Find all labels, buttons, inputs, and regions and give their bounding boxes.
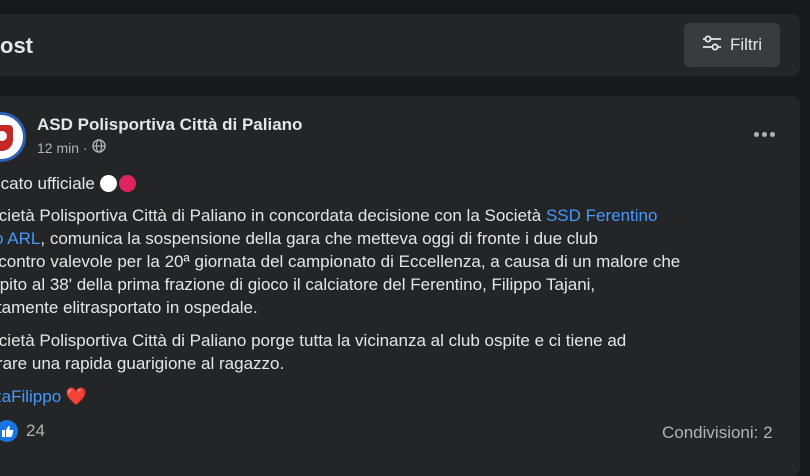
post-line: unicato ufficiale xyxy=(0,174,95,193)
post-line: l'incontro valevole per la 20ª giornata … xyxy=(0,252,681,271)
post-time[interactable]: 12 min xyxy=(37,140,79,156)
post-line: ontamente elitrasportato in ospedale. xyxy=(0,298,258,317)
post-line: , comunica la sospensione della gara che… xyxy=(40,229,598,248)
more-options-button[interactable] xyxy=(746,120,782,148)
thumbs-up-icon xyxy=(0,420,18,442)
globe-icon xyxy=(92,139,106,156)
filter-label: Filtri xyxy=(729,35,763,54)
post-line: Società Polisportiva Città di Paliano in… xyxy=(0,206,546,225)
post-paragraph: Società Polisportiva Città di Paliano in… xyxy=(0,204,798,319)
post-line: Società Polisportiva Città di Paliano po… xyxy=(0,331,627,350)
post-line: colpito al 38' della prima frazione di g… xyxy=(0,275,596,294)
post-meta: 12 min · xyxy=(37,139,106,156)
shares-count[interactable]: Condivisioni: 2 xyxy=(662,423,773,443)
reactions-summary[interactable]: 24 xyxy=(0,420,45,442)
filter-button[interactable]: Filtri xyxy=(684,23,780,67)
post-text: unicato ufficiale Società Polisportiva C… xyxy=(0,172,798,418)
post-paragraph: orzaFilippo ❤️ xyxy=(0,385,798,408)
reaction-count: 24 xyxy=(26,421,45,440)
post-paragraph: unicato ufficiale xyxy=(0,172,798,195)
sliders-icon xyxy=(702,35,722,56)
hashtag-link[interactable]: orzaFilippo xyxy=(0,387,61,406)
meta-separator: · xyxy=(83,139,88,156)
heart-emoji: ❤️ xyxy=(65,387,88,406)
author-name[interactable]: ASD Polisportiva Città di Paliano xyxy=(37,115,302,135)
page-link[interactable]: lcio ARL xyxy=(0,229,40,248)
white-circle-emoji xyxy=(99,175,117,192)
club-crest-icon xyxy=(0,125,13,151)
page-title: ost xyxy=(0,33,33,58)
post-line: gurare una rapida guarigione al ragazzo. xyxy=(0,354,285,373)
red-circle-emoji xyxy=(118,175,136,192)
post-paragraph: Società Polisportiva Città di Paliano po… xyxy=(0,329,798,375)
header-card xyxy=(0,14,800,76)
more-dots-icon xyxy=(753,131,759,137)
page-link[interactable]: SSD Ferentino xyxy=(546,206,658,225)
